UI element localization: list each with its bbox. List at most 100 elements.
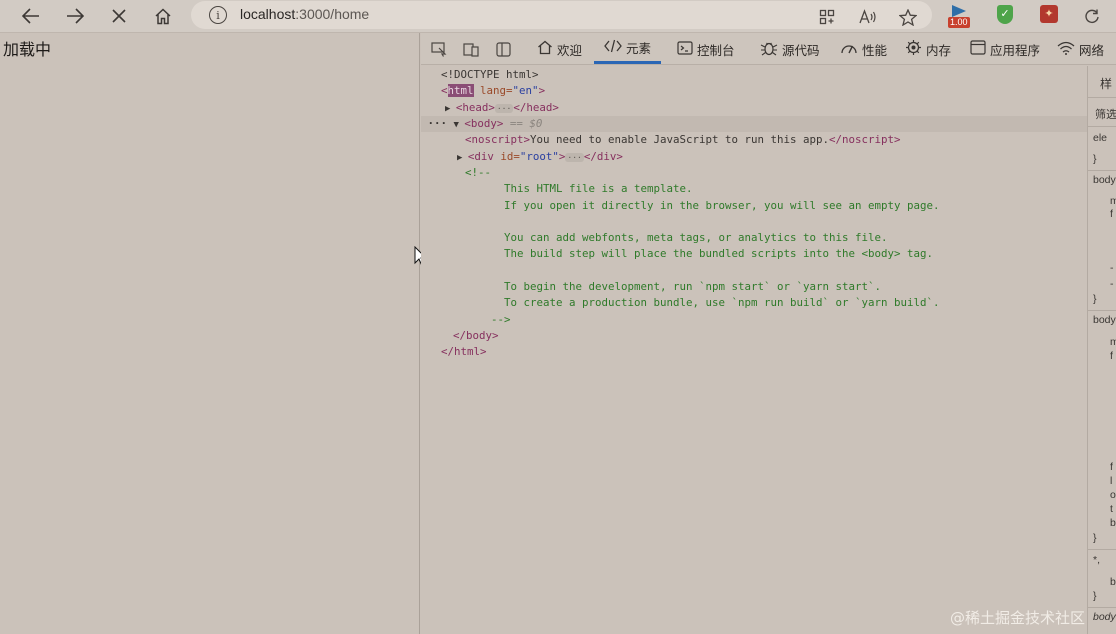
dom-body-node[interactable]: ··· ▼ <body> == $0 [421,116,1087,132]
dom-head-node[interactable]: ▶ <head> ··· </head> [445,100,559,116]
style-rule-line: f [1110,208,1113,220]
tab-application[interactable]: 应用程序 [970,33,1040,65]
attr-name: id= [493,150,520,163]
device-emulation-icon[interactable] [462,40,480,58]
head-open-tag: <head> [455,101,495,114]
dom-html-node[interactable]: <html lang="en"> [441,83,545,99]
tab-memory[interactable]: 内存 [905,33,951,65]
dom-comment-close[interactable]: --> [491,312,511,328]
collapse-triangle-icon[interactable]: ▼ [454,120,465,130]
divider [1088,170,1116,171]
dom-root-div-node[interactable]: ▶ <div id="root"> ··· </div> [457,149,623,165]
tab-console[interactable]: 控制台 [677,33,735,65]
comment-line: This HTML file is a template. [504,182,693,195]
style-rule-line: body [1093,314,1116,326]
favorite-star-icon[interactable] [896,5,920,29]
dom-doctype[interactable]: <!DOCTYPE html> [441,67,539,83]
head-close-tag: </head> [513,101,559,114]
apps-grid-icon[interactable] [815,5,839,29]
noscript-text: You need to enable JavaScript to run thi… [530,133,830,146]
refresh-circle-icon[interactable] [1080,4,1104,28]
style-rule-line: - [1110,262,1114,274]
stop-loading-icon[interactable] [105,3,133,29]
comment-line: To create a production bundle, use `npm … [504,296,940,309]
dom-body-close[interactable]: </body> [453,328,499,344]
back-arrow-icon[interactable] [17,3,45,29]
extension-badge-icon[interactable]: 1.00 [948,4,974,28]
style-rule-line: m [1110,195,1116,207]
loading-text: 加载中 [3,42,52,59]
style-rule-line: t [1110,503,1113,515]
inspect-element-icon[interactable] [430,40,448,58]
body-open-tag: <body> [464,117,504,130]
style-rule-line: b [1110,517,1116,529]
window-icon [970,40,986,58]
read-aloud-icon[interactable] [856,5,880,29]
attr-value: "en" [512,84,539,97]
doctype-text: <!DOCTYPE html> [441,68,539,81]
style-rule-line: ele [1093,132,1108,144]
tab-label: 控制台 [697,43,735,58]
style-rule-line: f [1110,461,1113,473]
style-rule-line: *, [1093,554,1101,566]
dock-side-icon[interactable] [494,40,512,58]
style-rule-line: } [1093,293,1097,305]
home-icon[interactable] [149,3,177,29]
dom-tree[interactable]: <!DOCTYPE html> <html lang="en"> ▶ <head… [421,66,1087,634]
dom-noscript-node[interactable]: <noscript>You need to enable JavaScript … [465,132,901,148]
collapsed-ellipsis-icon[interactable]: ··· [494,103,514,113]
tab-network[interactable]: 网络 [1057,33,1104,65]
comment-line: To begin the development, run `npm start… [504,280,882,293]
tab-label: 欢迎 [557,43,583,58]
divider [1088,549,1116,550]
style-rule-line: b [1110,576,1116,588]
style-rule-line: o [1110,489,1116,501]
devtools-panel: 欢迎 元素 控制台 源代码 性能 内存 应用程序 网络 <!DOCTYPE ht… [421,33,1116,634]
tab-welcome[interactable]: 欢迎 [537,33,582,65]
comment-line: If you open it directly in the browser, … [504,199,940,212]
comment-close: --> [491,313,511,326]
expand-triangle-icon[interactable]: ▶ [445,104,456,114]
styles-pane[interactable]: 样 筛选 ele } body m f - - } body m f f l o… [1087,66,1116,634]
wifi-icon [1057,41,1075,58]
forward-arrow-icon[interactable] [61,3,89,29]
comment-line: The build step will place the bundled sc… [504,247,934,260]
home-icon [537,40,553,58]
tab-label: 性能 [862,43,888,58]
style-rule-line: body [1093,611,1116,623]
tab-label: 源代码 [782,43,820,58]
shield-extension-icon[interactable]: ✓ [997,5,1013,24]
styles-filter-input[interactable]: 筛选 [1095,106,1116,122]
tag-bracket: > [538,84,546,97]
dom-comment-open[interactable]: <!-- [465,165,491,181]
html-close-tag: </html> [441,345,487,358]
expand-triangle-icon[interactable]: ▶ [457,153,468,163]
style-rule-line: } [1093,153,1097,165]
body-close-tag: </body> [453,329,499,342]
style-rule-line: } [1093,590,1097,602]
attr-name: lang= [473,84,513,97]
extension-avatar-icon[interactable]: ✦ [1040,5,1058,23]
styles-tab-label[interactable]: 样 [1100,75,1112,92]
divider [1088,97,1116,98]
console-icon [677,40,693,58]
comment-open: <!-- [465,166,492,179]
tag-bracket: < [441,84,448,97]
div-tag: <div [467,150,494,163]
site-info-icon[interactable]: i [209,6,227,24]
tab-sources[interactable]: 源代码 [760,33,820,65]
tab-label: 内存 [926,43,952,58]
extension-badge-count: 1.00 [948,17,970,28]
noscript-close-tag: </noscript> [829,133,901,146]
tab-performance[interactable]: 性能 [840,33,887,65]
more-dots-icon[interactable]: ··· [421,117,454,130]
divider [1088,126,1116,127]
url-host: localhost [240,6,296,22]
tab-elements[interactable]: 元素 [594,33,662,64]
dom-html-close[interactable]: </html> [441,344,487,360]
tab-label: 网络 [1079,43,1105,58]
url-text[interactable]: localhost:3000/home [240,6,369,22]
flag-icon [952,5,966,17]
address-bar[interactable]: i localhost:3000/home [191,1,932,29]
collapsed-ellipsis-icon[interactable]: ··· [565,152,584,162]
